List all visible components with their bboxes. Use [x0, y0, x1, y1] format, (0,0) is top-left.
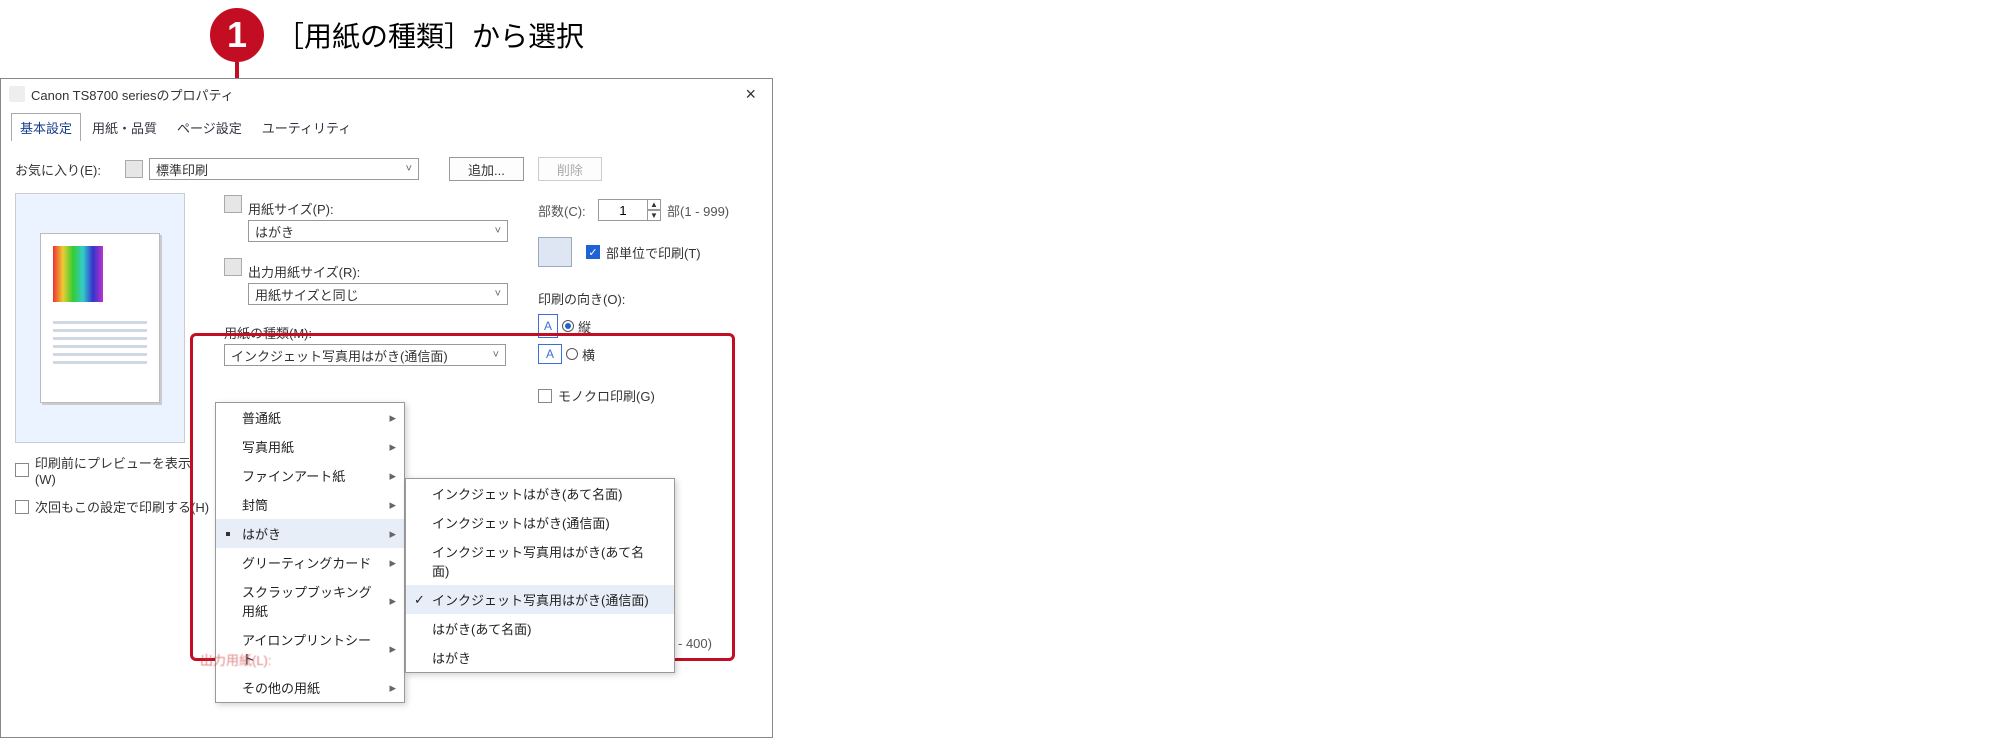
step-badge: 1: [210, 8, 264, 62]
sub-inkjet-hagaki-msg[interactable]: インクジェットはがき(通信面): [406, 508, 674, 537]
landscape-radio[interactable]: [566, 348, 578, 360]
media-type-value: インクジェット写真用はがき(通信面): [231, 346, 448, 365]
favorites-icon: [125, 160, 143, 178]
copies-label: 部数(C):: [538, 201, 598, 220]
step-text: ［用紙の種類］から選択: [276, 15, 584, 55]
preview-color-swatch: [53, 246, 103, 302]
preview-page: [40, 233, 160, 403]
truncated-bottom-label: 出力用紙(L):: [200, 650, 272, 669]
truncated-range: - 400): [678, 636, 712, 651]
sub-inkjet-photo-hagaki-address[interactable]: インクジェット写真用はがき(あて名面): [406, 537, 674, 585]
check-icon: ✓: [414, 592, 425, 608]
favorites-value: 標準印刷: [156, 160, 208, 179]
mono-checkbox[interactable]: [538, 389, 552, 403]
portrait-icon: A: [538, 314, 558, 338]
orientation-label: 印刷の向き(O):: [538, 289, 758, 308]
hagaki-submenu: インクジェットはがき(あて名面) インクジェットはがき(通信面) インクジェット…: [405, 478, 675, 673]
always-use-checkbox[interactable]: [15, 500, 29, 514]
sub-inkjet-hagaki-address[interactable]: インクジェットはがき(あて名面): [406, 479, 674, 508]
favorites-label: お気に入り(E):: [15, 160, 125, 179]
portrait-radio[interactable]: [562, 320, 574, 332]
preview-before-checkbox[interactable]: [15, 463, 29, 477]
landscape-label: 横: [582, 345, 595, 364]
sub-inkjet-photo-hagaki-msg[interactable]: ✓インクジェット写真用はがき(通信面): [406, 585, 674, 614]
collate-checkbox[interactable]: ✓: [586, 245, 600, 259]
media-type-combo[interactable]: インクジェット写真用はがき(通信面): [224, 344, 506, 366]
menu-scrapbook[interactable]: スクラップブッキング用紙▸: [216, 577, 404, 625]
copies-range: 部(1 - 999): [667, 201, 729, 220]
app-icon: [9, 86, 25, 102]
current-marker: [226, 532, 230, 536]
delete-favorite-button: 削除: [538, 157, 602, 181]
sub-hagaki[interactable]: はがき: [406, 643, 674, 672]
output-size-icon: [224, 258, 242, 276]
copies-input[interactable]: [598, 199, 648, 221]
menu-greeting[interactable]: グリーティングカード▸: [216, 548, 404, 577]
copies-spinner[interactable]: ▲▼: [647, 199, 661, 221]
always-use-label: 次回もこの設定で印刷する(H): [35, 497, 209, 516]
landscape-icon: A: [538, 344, 562, 364]
paper-size-label: 用紙サイズ(P):: [248, 199, 508, 218]
printer-icon: [538, 237, 572, 267]
collate-label: 部単位で印刷(T): [606, 243, 701, 262]
menu-fine-art[interactable]: ファインアート紙▸: [216, 461, 404, 490]
preview-before-label: 印刷前にプレビューを表示(W): [35, 453, 210, 487]
print-preview: [15, 193, 185, 443]
tab-paper-quality[interactable]: 用紙・品質: [83, 113, 166, 141]
paper-size-combo[interactable]: はがき: [248, 220, 508, 242]
media-type-label: 用紙の種類(M):: [224, 323, 508, 342]
paper-size-icon: [224, 195, 242, 213]
titlebar: Canon TS8700 seriesのプロパティ ×: [1, 79, 772, 109]
window-title: Canon TS8700 seriesのプロパティ: [31, 85, 234, 104]
paper-size-value: はがき: [255, 222, 294, 241]
menu-envelope[interactable]: 封筒▸: [216, 490, 404, 519]
menu-photo-paper[interactable]: 写真用紙▸: [216, 432, 404, 461]
mono-label: モノクロ印刷(G): [558, 386, 655, 405]
tab-page-setup[interactable]: ページ設定: [168, 113, 251, 141]
tab-strip: 基本設定 用紙・品質 ページ設定 ユーティリティ: [1, 109, 772, 141]
tab-basic[interactable]: 基本設定: [11, 113, 81, 141]
tab-utility[interactable]: ユーティリティ: [253, 113, 360, 141]
add-favorite-button[interactable]: 追加...: [449, 157, 524, 181]
menu-hagaki[interactable]: はがき▸: [216, 519, 404, 548]
menu-plain-paper[interactable]: 普通紙▸: [216, 403, 404, 432]
output-size-combo[interactable]: 用紙サイズと同じ: [248, 283, 508, 305]
favorites-combo[interactable]: 標準印刷: [149, 158, 419, 180]
output-size-value: 用紙サイズと同じ: [255, 285, 359, 304]
close-icon[interactable]: ×: [737, 84, 764, 105]
menu-other-paper[interactable]: その他の用紙▸: [216, 673, 404, 702]
portrait-label: 縦: [578, 317, 591, 336]
output-size-label: 出力用紙サイズ(R):: [248, 262, 508, 281]
sub-hagaki-address[interactable]: はがき(あて名面): [406, 614, 674, 643]
